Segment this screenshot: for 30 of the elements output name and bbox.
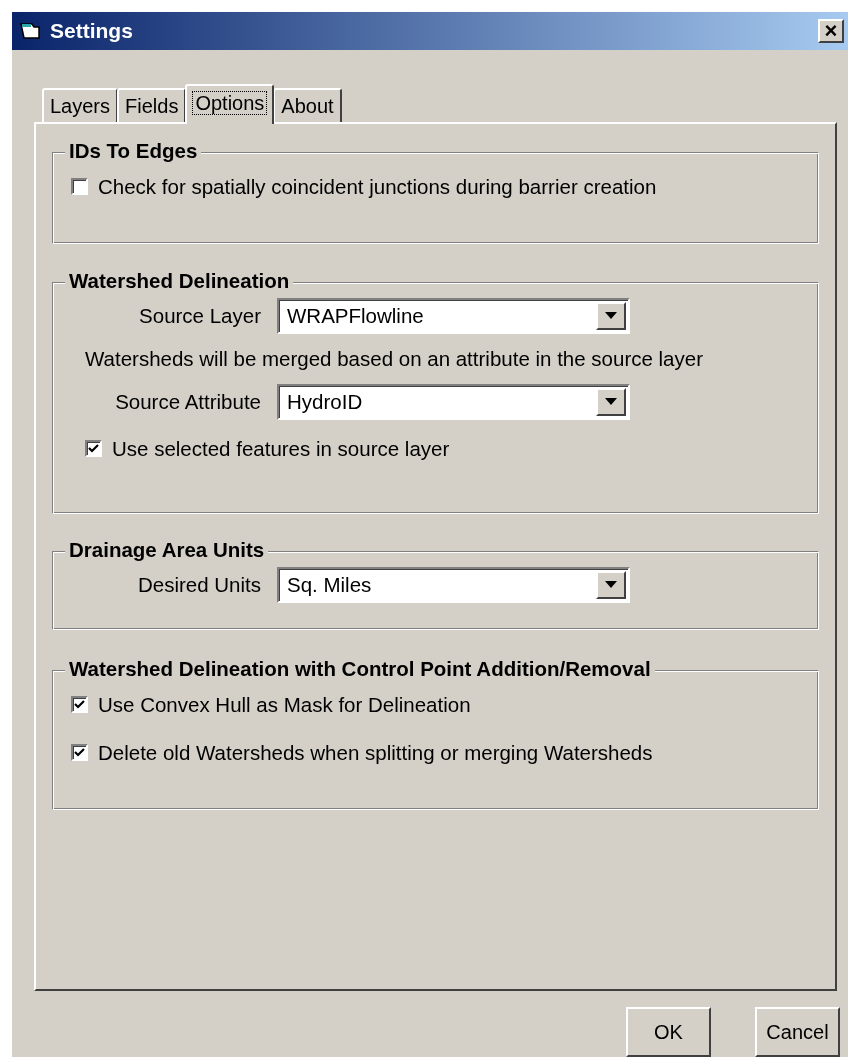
dialog-button[interactable]: Cancel [755, 1007, 840, 1057]
dropdown[interactable]: WRAPFlowline [277, 297, 630, 334]
checkbox-label: Use Convex Hull as Mask for Delineation [98, 692, 471, 717]
checkbox[interactable] [71, 744, 88, 762]
window-icon [20, 21, 42, 40]
close-button[interactable]: × [818, 18, 844, 43]
dropdown[interactable]: HydroID [277, 383, 630, 420]
field-label: Desired Units [136, 572, 262, 597]
dropdown-arrow-icon [605, 312, 617, 320]
dropdown-arrow-icon [605, 581, 617, 589]
field-label: Source Attribute [114, 389, 262, 414]
check-mark-icon [74, 747, 85, 759]
dialog-button[interactable]: OK [626, 1007, 711, 1057]
check-mark-icon [88, 443, 99, 455]
dropdown[interactable]: Sq. Miles [277, 566, 630, 603]
checkbox[interactable] [85, 440, 102, 458]
checkbox-label: Use selected features in source layer [112, 436, 450, 461]
checkbox-label: Delete old Watersheds when splitting or merging Watersheds [98, 740, 653, 765]
tab[interactable]: About [273, 87, 342, 122]
checkbox[interactable] [71, 178, 88, 196]
check-mark-icon [74, 699, 85, 711]
field-label: Source Layer [138, 303, 262, 328]
checkbox[interactable] [71, 696, 88, 714]
dropdown-arrow-icon [605, 398, 617, 406]
tab[interactable]: Options [185, 83, 275, 124]
tab[interactable]: Layers [42, 87, 119, 122]
description-text: Watersheds will be merged based on an attribute in the source layer [84, 345, 704, 372]
tab[interactable]: Fields [117, 87, 187, 122]
checkbox-label: Check for spatially coincident junctions during barrier creation [98, 174, 657, 199]
window-title: Settings [50, 18, 133, 43]
